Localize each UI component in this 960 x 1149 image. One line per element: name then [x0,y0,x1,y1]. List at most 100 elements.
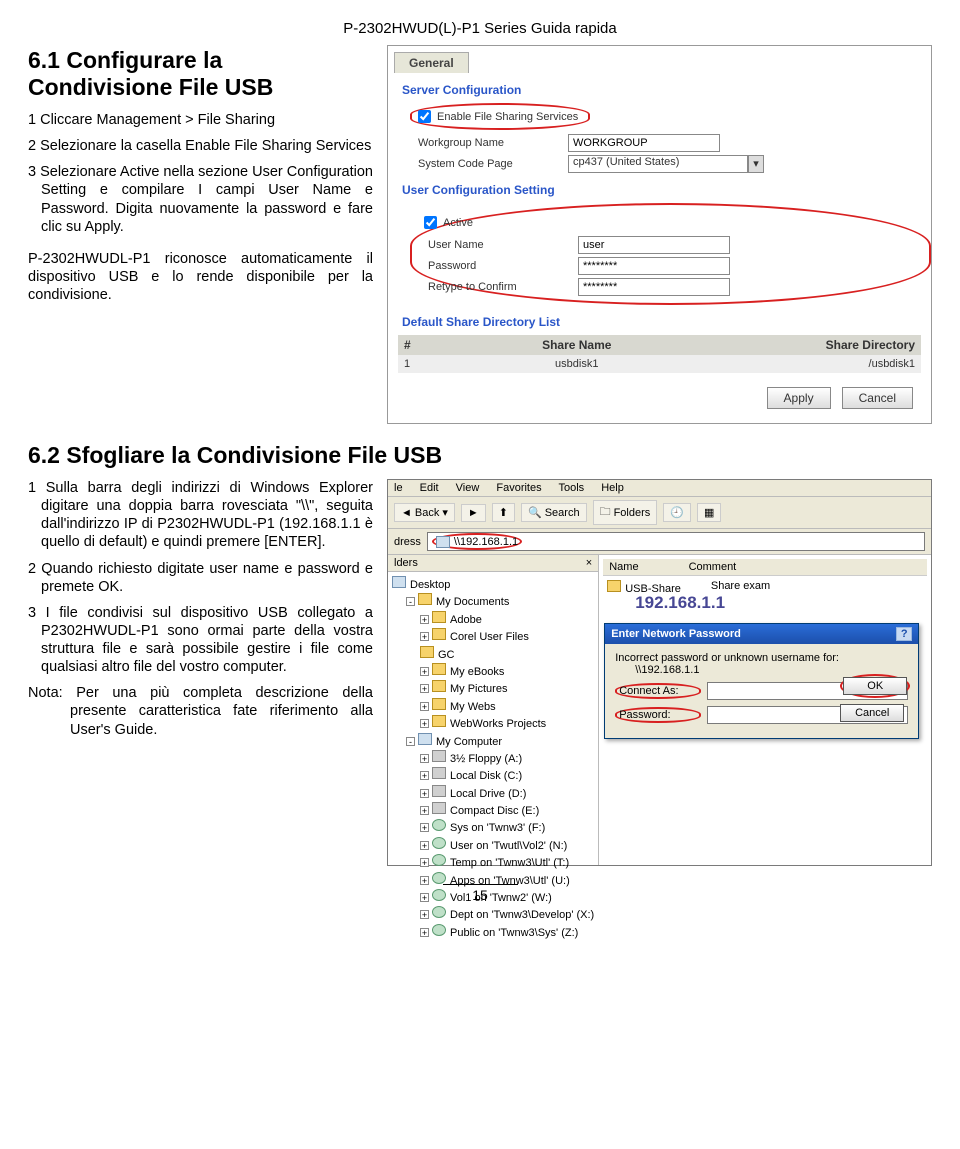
netdrive-icon [432,837,446,849]
row-dir: /usbdisk1 [690,358,916,370]
dlg-cancel-button[interactable]: Cancel [840,704,904,722]
th-name: Share Name [464,338,690,352]
connect-label: Connect As: [619,685,697,697]
folder-icon [432,698,446,710]
menu-bar: le Edit View Favorites Tools Help [388,480,931,497]
col-comment[interactable]: Comment [689,561,737,573]
history-button[interactable]: 🕘 [663,503,691,522]
search-icon: 🔍 [528,506,542,519]
row-idx: 1 [404,358,464,370]
row-name: usbdisk1 [464,358,690,370]
folder-icon [432,663,446,675]
chevron-down-icon: ▾ [442,506,448,519]
forward-button[interactable]: ► [461,504,486,522]
cd-icon [432,802,446,814]
dlg-password-label: Password: [619,709,697,721]
chevron-down-icon[interactable]: ▾ [748,155,764,173]
toolbar: ◄Back ▾ ► ⬆ 🔍Search 🗀Folders 🕘 ▦ [388,497,931,529]
netdrive-icon [432,854,446,866]
share-icon [607,580,621,592]
username-input[interactable] [578,236,730,254]
netdrive-icon [432,819,446,831]
help-icon[interactable]: ? [896,627,912,641]
apply-button[interactable]: Apply [767,387,831,409]
files-pane: Name Comment USB-Share Share exam 192.16… [599,555,931,865]
col-name[interactable]: Name [609,561,638,573]
computer-icon [436,536,450,548]
folder-icon [432,611,446,623]
router-config-panel: General Server Configuration Enable File… [387,45,932,424]
folder-icon [420,646,434,658]
explorer-window: le Edit View Favorites Tools Help ◄Back … [387,479,932,866]
disk-icon [432,767,446,779]
step-61-1: 1 Cliccare Management > File Sharing [28,111,373,129]
active-label: Active [443,217,473,229]
retype-input[interactable] [578,278,730,296]
up-button[interactable]: ⬆ [492,503,515,522]
password-input[interactable] [578,257,730,275]
up-icon: ⬆ [499,506,508,519]
username-label: User Name [428,239,578,251]
desktop-icon [392,576,406,588]
highlight-password: Password: [615,707,701,723]
views-button[interactable]: ▦ [697,503,721,522]
netdrive-icon [432,924,446,936]
dialog-title: Enter Network Password [611,628,741,640]
retype-label: Retype to Confirm [428,281,578,293]
forward-icon: ► [468,507,479,519]
codepage-label: System Code Page [418,158,568,170]
netdrive-icon [432,906,446,918]
dialog-msg1: Incorrect password or unknown username f… [615,652,908,664]
th-dir: Share Directory [690,338,916,352]
folders-button[interactable]: 🗀Folders [593,500,658,525]
folder-tree[interactable]: Desktop -My Documents +Adobe +Corel User… [388,572,598,945]
section-62-title: 6.2 Sfogliare la Condivisione File USB [28,442,932,469]
folder-icon [418,593,432,605]
password-label: Password [428,260,578,272]
folder-icon [432,715,446,727]
search-button[interactable]: 🔍Search [521,503,587,522]
overlay-ip-label: 192.168.1.1 [635,593,725,613]
step-62-3: 3 I file condivisi sul dispositivo USB c… [28,604,373,677]
codepage-select[interactable]: cp437 (United States) [568,155,748,173]
menu-view[interactable]: View [456,482,480,494]
share-table-head: # Share Name Share Directory [398,335,921,355]
table-row: 1 usbdisk1 /usbdisk1 [398,355,921,373]
para-61: P-2302HWUDL-P1 riconosce automaticamente… [28,250,373,304]
computer-icon [418,733,432,745]
workgroup-label: Workgroup Name [418,137,568,149]
ok-button[interactable]: OK [843,677,907,695]
section-61-title: 6.1 Configurare la Condivisione File USB [28,47,373,101]
netdrive-icon [432,889,446,901]
cancel-button[interactable]: Cancel [842,387,913,409]
enable-sharing-label: Enable File Sharing Services [437,111,578,123]
address-input[interactable]: \\192.168.1.1 [427,532,925,551]
server-config-label: Server Configuration [402,83,931,97]
folders-pane-title: lders [394,557,418,569]
back-icon: ◄ [401,507,412,519]
tab-general[interactable]: General [394,52,469,73]
folder-icon [432,628,446,640]
menu-tools[interactable]: Tools [558,482,584,494]
menu-favorites[interactable]: Favorites [496,482,541,494]
note-62: Nota: Per una più completa descrizione d… [28,684,373,738]
close-icon[interactable]: × [586,557,592,569]
folders-icon: 🗀 [600,503,611,522]
workgroup-input[interactable] [568,134,720,152]
network-password-dialog: Enter Network Password ? Incorrect passw… [604,623,919,739]
folders-pane: lders × Desktop -My Documents +Adobe +Co… [388,555,599,865]
user-config-label: User Configuration Setting [402,183,931,197]
back-button[interactable]: ◄Back ▾ [394,503,455,522]
netdrive-icon [432,872,446,884]
document-header: P-2302HWUD(L)-P1 Series Guida rapida [28,20,932,37]
highlight-user-config: Active User Name Password Retype to Conf… [410,203,931,305]
menu-file[interactable]: le [394,482,403,494]
menu-help[interactable]: Help [601,482,624,494]
menu-edit[interactable]: Edit [420,482,439,494]
views-icon: ▦ [704,506,714,519]
enable-sharing-checkbox[interactable] [418,110,431,123]
highlight-connect: Connect As: [615,683,701,699]
active-checkbox[interactable] [424,216,437,229]
address-label: dress [394,536,421,548]
highlight-address: \\192.168.1.1 [432,533,522,550]
